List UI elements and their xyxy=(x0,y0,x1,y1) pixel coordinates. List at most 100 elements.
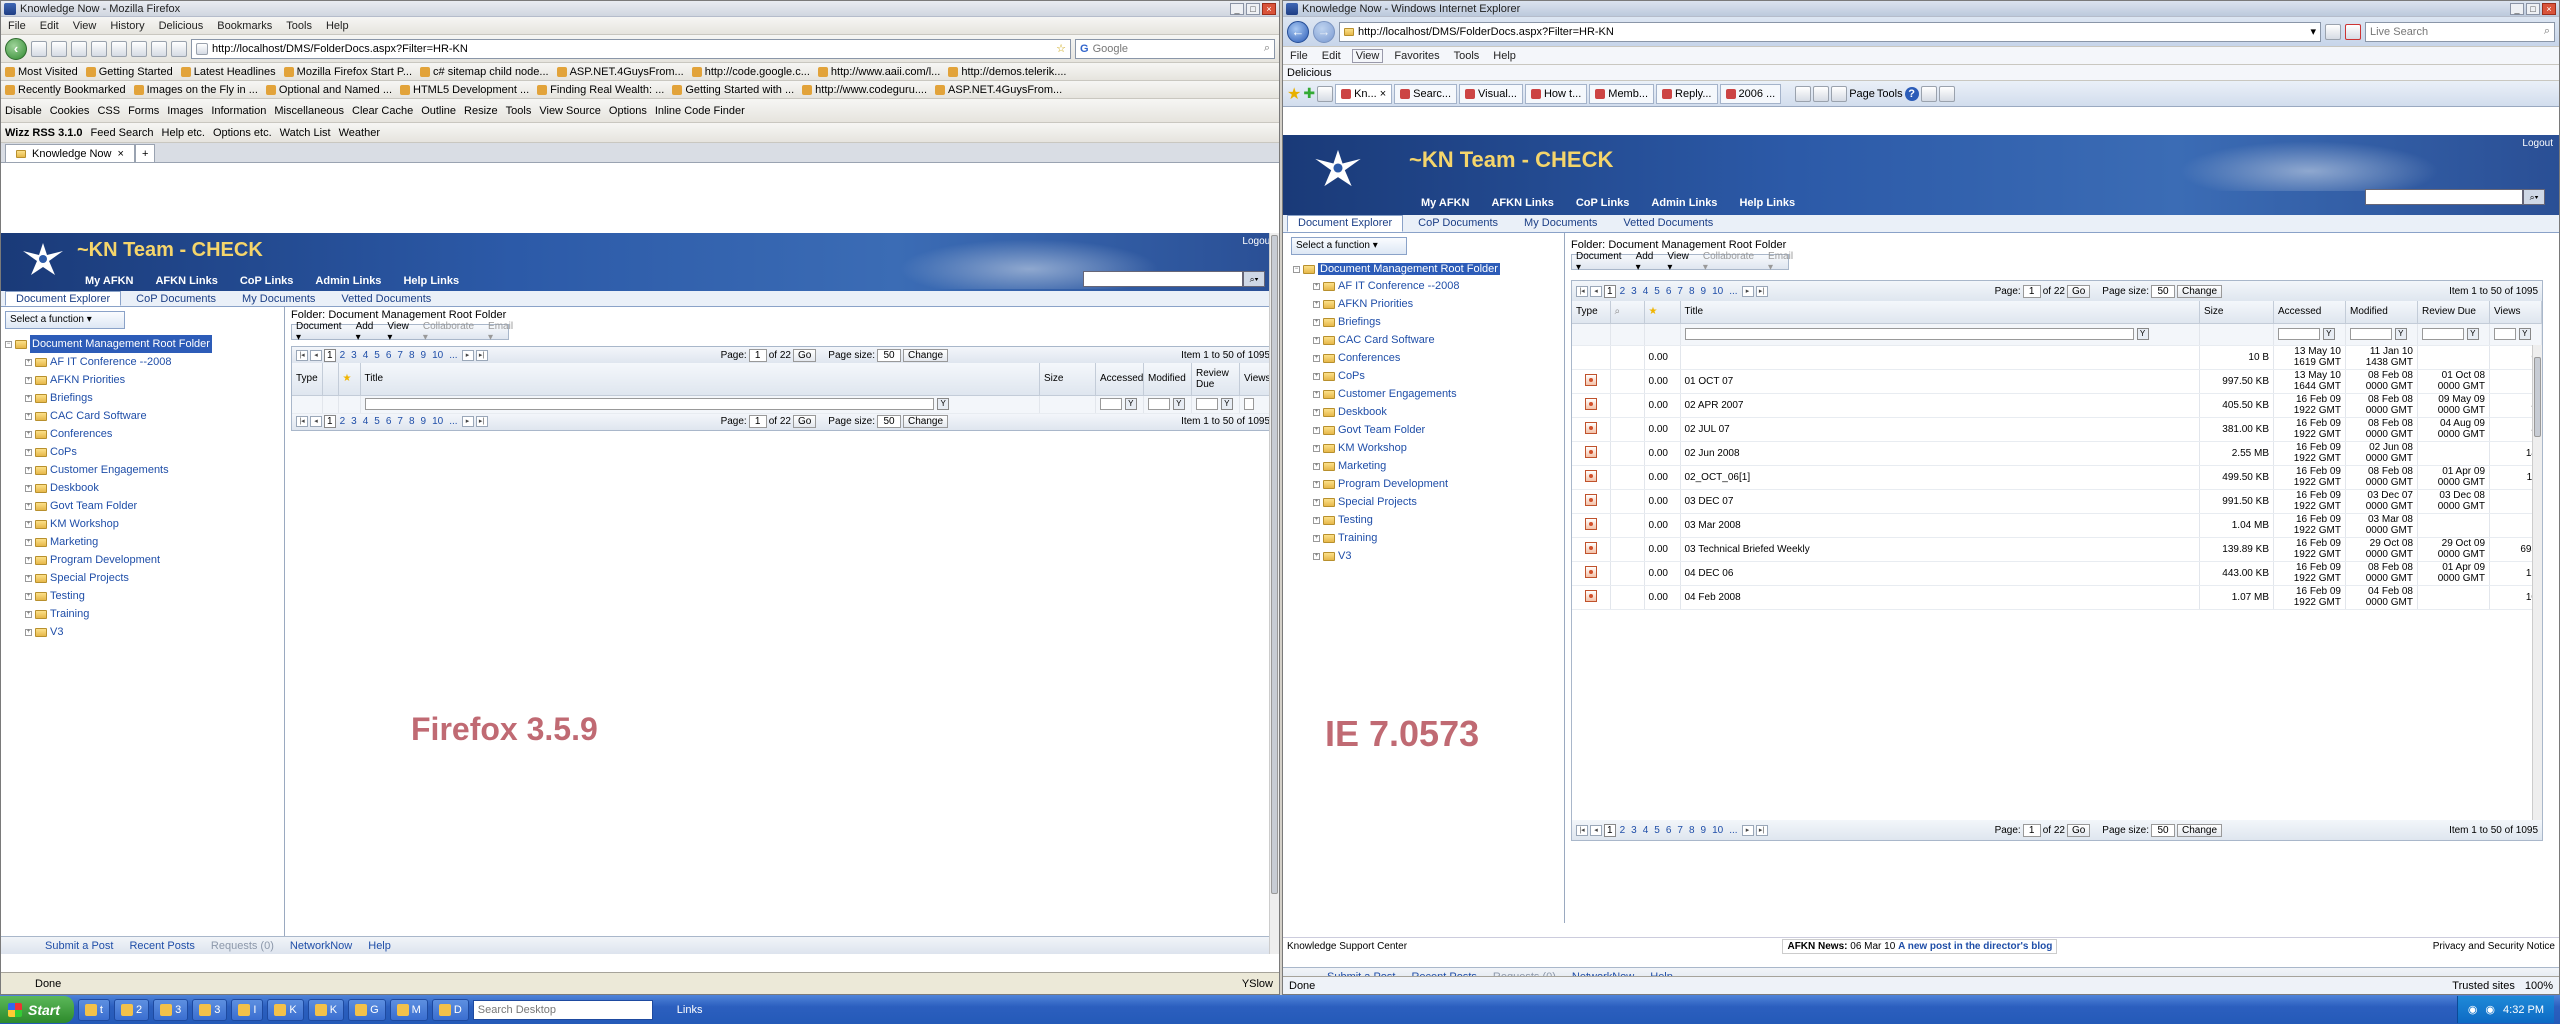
ie-tab-0[interactable]: Kn... × xyxy=(1335,83,1393,104)
tree-folder[interactable]: + CoPs xyxy=(25,443,284,461)
document-title-link[interactable]: 02 JUL 07 xyxy=(1680,417,2200,442)
expand-icon[interactable]: + xyxy=(1313,444,1320,452)
filter-accessed-input[interactable] xyxy=(2278,328,2320,340)
yslow-label[interactable]: YSlow xyxy=(1242,978,1273,990)
tab-close-icon[interactable]: × xyxy=(1380,88,1386,100)
expand-icon[interactable]: + xyxy=(1313,498,1320,506)
tree-folder[interactable]: + CAC Card Software xyxy=(25,407,284,425)
refresh-icon[interactable] xyxy=(2325,23,2341,40)
bookmark2-4[interactable]: Finding Real Wealth: ... xyxy=(537,84,664,96)
dev-inline-code-finder[interactable]: Inline Code Finder xyxy=(655,105,745,117)
tree-folder[interactable]: + Govt Team Folder xyxy=(1313,421,1564,439)
wizz-options[interactable]: Options etc. xyxy=(213,127,272,139)
table-row[interactable]: 0.00 02 APR 2007 405.50 KB 16 Feb 09 1922 G… xyxy=(1572,393,2542,418)
table-row[interactable]: 0.00 04 Feb 2008 1.07 MB 16 Feb 09 1922 GMT… xyxy=(1572,585,2542,610)
sync-icon[interactable] xyxy=(171,40,187,57)
page-link[interactable]: 4 xyxy=(1641,825,1651,836)
document-type-icon[interactable] xyxy=(1584,541,1597,554)
tree-folder[interactable]: + Marketing xyxy=(25,533,284,551)
tree-folder[interactable]: + Customer Engagements xyxy=(25,461,284,479)
tree-folder[interactable]: + Marketing xyxy=(1313,457,1564,475)
expand-icon[interactable]: + xyxy=(1313,300,1320,308)
document-title-link[interactable] xyxy=(1680,345,2200,370)
tab-cop-documents[interactable]: CoP Documents xyxy=(125,291,227,306)
expand-icon[interactable]: + xyxy=(25,592,32,600)
action-document[interactable]: Document ▾ xyxy=(296,321,342,343)
messenger-icon[interactable] xyxy=(1938,85,1955,102)
menu-bookmarks[interactable]: Bookmarks xyxy=(214,20,275,32)
menu-delicious[interactable]: Delicious xyxy=(156,20,207,32)
start-button[interactable]: Start xyxy=(0,996,74,1023)
back-button[interactable]: ‹ xyxy=(5,37,27,60)
document-title-link[interactable]: 04 Feb 2008 xyxy=(1680,585,2200,610)
table-row[interactable]: 0.00 03 Mar 2008 1.04 MB 16 Feb 09 1922 GMT… xyxy=(1572,513,2542,538)
page-link[interactable]: 6 xyxy=(384,350,394,361)
go-button[interactable]: Go xyxy=(792,348,817,362)
delicious-label[interactable]: Delicious xyxy=(1287,67,1332,79)
expand-icon[interactable]: + xyxy=(25,484,32,492)
tree-folder[interactable]: + AFKN Priorities xyxy=(1313,295,1564,313)
page-link[interactable]: 4 xyxy=(361,350,371,361)
first-page-button[interactable]: |◂ xyxy=(1576,824,1588,836)
ie-tab-2[interactable]: Visual... xyxy=(1459,83,1523,104)
taskbar-item[interactable]: t xyxy=(77,998,110,1021)
page-link[interactable]: 7 xyxy=(1675,286,1685,297)
document-type-icon[interactable] xyxy=(1584,397,1597,410)
action-view[interactable]: View ▾ xyxy=(387,321,409,343)
col-size[interactable]: Size xyxy=(1039,363,1096,396)
bookmark-2[interactable]: Latest Headlines xyxy=(180,66,276,78)
col-size[interactable]: Size xyxy=(2199,301,2274,324)
app-search-icon[interactable]: ⌕▾ xyxy=(2523,189,2545,205)
expand-icon[interactable]: + xyxy=(1313,408,1320,416)
tree-folder[interactable]: + Customer Engagements xyxy=(1313,385,1564,403)
page-link[interactable]: 3 xyxy=(349,350,359,361)
page-link[interactable]: 8 xyxy=(407,350,417,361)
document-title-link[interactable]: 04 DEC 06 xyxy=(1680,561,2200,586)
col-review-due[interactable]: Review Due xyxy=(1191,363,1240,396)
page-link[interactable]: 2 xyxy=(338,416,348,427)
table-row[interactable]: 0.00 04 DEC 06 443.00 KB 16 Feb 09 1922 GMT… xyxy=(1572,561,2542,586)
page-link[interactable]: ... xyxy=(1727,825,1739,836)
bookmark-0[interactable]: Most Visited xyxy=(5,66,78,78)
ie-menu-file[interactable]: File xyxy=(1287,50,1311,62)
document-type-icon[interactable] xyxy=(1584,421,1597,434)
privacy-link[interactable]: Privacy and Security Notice xyxy=(2433,941,2555,952)
stop-icon[interactable] xyxy=(71,40,87,57)
home-icon[interactable] xyxy=(91,40,107,57)
help-icon[interactable]: ? xyxy=(1904,86,1919,101)
links-toolbar[interactable]: Links xyxy=(677,1004,703,1016)
bookmark2-3[interactable]: HTML5 Development ... xyxy=(400,84,529,96)
ie-menu-edit[interactable]: Edit xyxy=(1319,50,1344,62)
prev-page-button[interactable]: ◂ xyxy=(310,349,322,361)
bookmark2-1[interactable]: Images on the Fly in ... xyxy=(133,84,258,96)
tree-folder[interactable]: + V3 xyxy=(25,623,284,641)
nav-cop-links[interactable]: CoP Links xyxy=(1576,197,1630,209)
menu-tools[interactable]: Tools xyxy=(283,20,315,32)
tray-icon[interactable]: ◉ xyxy=(2485,1003,2495,1016)
bookmark-7[interactable]: http://www.aaii.com/l... xyxy=(817,66,940,78)
change-button[interactable]: Change xyxy=(2177,284,2223,298)
table-row[interactable]: 0.00 10 B 13 May 10 1619 GMT 11 Jan 10 1438… xyxy=(1572,345,2542,370)
page-link[interactable]: ... xyxy=(447,350,459,361)
tab-vetted-documents[interactable]: Vetted Documents xyxy=(330,291,442,306)
maximize-button[interactable]: □ xyxy=(1246,2,1260,15)
forward-button[interactable]: → xyxy=(1313,20,1335,43)
bookmark-6[interactable]: http://code.google.c... xyxy=(691,66,810,78)
page-link[interactable]: 10 xyxy=(1710,825,1725,836)
filter-icon[interactable]: Y xyxy=(937,398,950,410)
document-title-link[interactable]: 03 DEC 07 xyxy=(1680,489,2200,514)
page-link[interactable]: 9 xyxy=(1699,825,1709,836)
tree-folder[interactable]: + AF IT Conference --2008 xyxy=(1313,277,1564,295)
bookmark-4[interactable]: c# sitemap child node... xyxy=(420,66,549,78)
go-button[interactable]: Go xyxy=(2066,823,2091,837)
document-title-link[interactable]: 03 Mar 2008 xyxy=(1680,513,2200,538)
dev-cookies[interactable]: Cookies xyxy=(50,105,90,117)
page-number-input[interactable]: 1 xyxy=(748,348,767,362)
search-icon[interactable]: ⌕ xyxy=(1264,42,1270,55)
tree-folder[interactable]: + Conferences xyxy=(1313,349,1564,367)
expand-icon[interactable]: + xyxy=(1313,534,1320,542)
nav-admin-links[interactable]: Admin Links xyxy=(1651,197,1717,209)
print-icon[interactable] xyxy=(1831,85,1848,102)
tree-folder[interactable]: + V3 xyxy=(1313,547,1564,565)
taskbar-item[interactable]: 3 xyxy=(153,998,189,1021)
